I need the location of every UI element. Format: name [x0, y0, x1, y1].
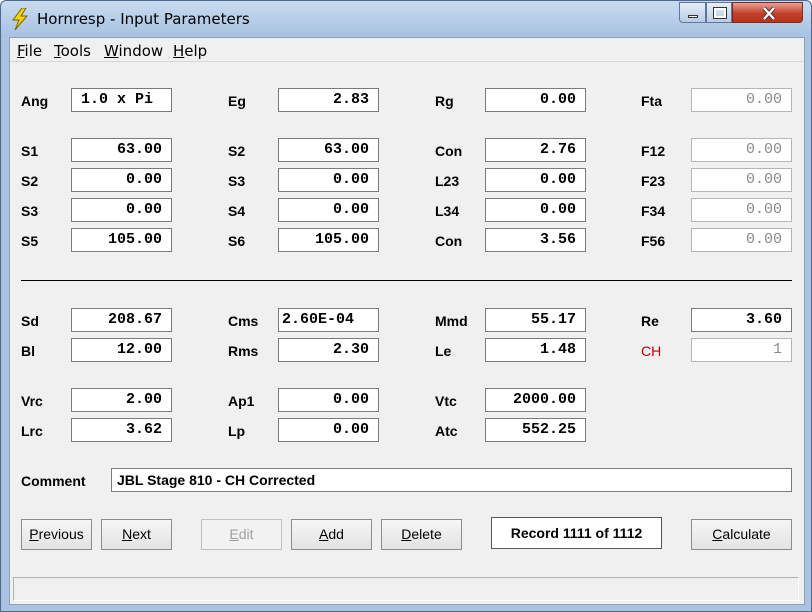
- eg-field[interactable]: 2.83: [278, 88, 379, 112]
- le-label: Le: [435, 343, 452, 359]
- close-icon: [762, 7, 776, 20]
- l34-field[interactable]: 0.00: [485, 198, 586, 222]
- ch-field: 1: [691, 338, 792, 362]
- edit-button: Edit: [201, 519, 282, 550]
- maximize-icon: [713, 7, 727, 19]
- window-title: Hornresp - Input Parameters: [37, 10, 250, 28]
- f12-label: F12: [641, 143, 666, 159]
- con2-field[interactable]: 3.56: [485, 228, 586, 252]
- s3-label: S3: [228, 173, 246, 189]
- status-bar: [13, 577, 799, 601]
- con-field[interactable]: 2.76: [485, 138, 586, 162]
- ang-label: Ang: [21, 93, 49, 109]
- s2-segment-field[interactable]: 0.00: [71, 168, 172, 192]
- re-label: Re: [641, 313, 659, 329]
- f56-label: F56: [641, 233, 666, 249]
- comment-label: Comment: [21, 473, 86, 489]
- next-button[interactable]: Next: [101, 519, 172, 550]
- s6-field[interactable]: 105.00: [278, 228, 379, 252]
- le-field[interactable]: 1.48: [485, 338, 586, 362]
- ap1-field[interactable]: 0.00: [278, 388, 379, 412]
- f23-field: 0.00: [691, 168, 792, 192]
- f12-field: 0.00: [691, 138, 792, 162]
- section-divider: [21, 280, 792, 281]
- menu-tools[interactable]: Tools: [54, 42, 91, 60]
- vtc-field[interactable]: 2000.00: [485, 388, 586, 412]
- add-button[interactable]: Add: [291, 519, 372, 550]
- minimize-icon: [688, 15, 698, 18]
- atc-field[interactable]: 552.25: [485, 418, 586, 442]
- vtc-label: Vtc: [435, 393, 457, 409]
- s2-segment-label: S2: [21, 173, 39, 189]
- sd-label: Sd: [21, 313, 39, 329]
- l23-label: L23: [435, 173, 460, 189]
- f56-field: 0.00: [691, 228, 792, 252]
- s4-label: S4: [228, 203, 246, 219]
- mmd-field[interactable]: 55.17: [485, 308, 586, 332]
- f23-label: F23: [641, 173, 666, 189]
- close-button[interactable]: [732, 2, 803, 23]
- rms-field[interactable]: 2.30: [278, 338, 379, 362]
- s6-label: S6: [228, 233, 246, 249]
- fta-field: 0.00: [691, 88, 792, 112]
- lightning-bolt-icon: [12, 8, 29, 30]
- fta-label: Fta: [641, 93, 662, 109]
- delete-button[interactable]: Delete: [381, 519, 462, 550]
- vrc-field[interactable]: 2.00: [71, 388, 172, 412]
- l34-label: L34: [435, 203, 460, 219]
- l23-field[interactable]: 0.00: [485, 168, 586, 192]
- cms-field[interactable]: 2.60E-04: [278, 308, 379, 332]
- con2-label: Con: [435, 233, 463, 249]
- menu-file[interactable]: File: [17, 42, 42, 60]
- comment-field[interactable]: JBL Stage 810 - CH Corrected: [111, 468, 792, 492]
- lp-field[interactable]: 0.00: [278, 418, 379, 442]
- maximize-button[interactable]: [706, 2, 732, 23]
- sd-field[interactable]: 208.67: [71, 308, 172, 332]
- previous-button[interactable]: Previous: [21, 519, 92, 550]
- s1-label: S1: [21, 143, 39, 159]
- rg-label: Rg: [435, 93, 454, 109]
- eg-label: Eg: [228, 93, 246, 109]
- menu-window[interactable]: Window: [104, 42, 163, 60]
- s1-field[interactable]: 63.00: [71, 138, 172, 162]
- s2-field[interactable]: 63.00: [278, 138, 379, 162]
- ch-label[interactable]: CH: [641, 343, 661, 359]
- f34-label: F34: [641, 203, 666, 219]
- atc-label: Atc: [435, 423, 458, 439]
- vrc-label: Vrc: [21, 393, 43, 409]
- minimize-button[interactable]: [679, 2, 706, 23]
- s3-field[interactable]: 0.00: [278, 168, 379, 192]
- s3-segment-label: S3: [21, 203, 39, 219]
- main-window: Hornresp - Input Parameters File Tools W…: [0, 0, 812, 612]
- bl-label: Bl: [21, 343, 35, 359]
- record-indicator: Record 1111 of 1112: [491, 517, 662, 549]
- client-area: File Tools Window Help Ang 1.0 x Pi Eg 2…: [9, 37, 805, 605]
- title-bar[interactable]: Hornresp - Input Parameters: [1, 1, 811, 37]
- con-label: Con: [435, 143, 463, 159]
- menu-bar: File Tools Window Help: [10, 38, 804, 62]
- s5-label: S5: [21, 233, 39, 249]
- rg-field[interactable]: 0.00: [485, 88, 586, 112]
- s4-field[interactable]: 0.00: [278, 198, 379, 222]
- lrc-label: Lrc: [21, 423, 43, 439]
- s5-field[interactable]: 105.00: [71, 228, 172, 252]
- ap1-label: Ap1: [228, 393, 255, 409]
- s3-segment-field[interactable]: 0.00: [71, 198, 172, 222]
- lrc-field[interactable]: 3.62: [71, 418, 172, 442]
- lp-label: Lp: [228, 423, 246, 439]
- cms-label: Cms: [228, 313, 259, 329]
- mmd-label: Mmd: [435, 313, 468, 329]
- s2-label: S2: [228, 143, 246, 159]
- ang-field[interactable]: 1.0 x Pi: [71, 88, 172, 112]
- rms-label: Rms: [228, 343, 259, 359]
- menu-help[interactable]: Help: [173, 42, 207, 60]
- f34-field: 0.00: [691, 198, 792, 222]
- bl-field[interactable]: 12.00: [71, 338, 172, 362]
- calculate-button[interactable]: Calculate: [691, 519, 792, 550]
- re-field[interactable]: 3.60: [691, 308, 792, 332]
